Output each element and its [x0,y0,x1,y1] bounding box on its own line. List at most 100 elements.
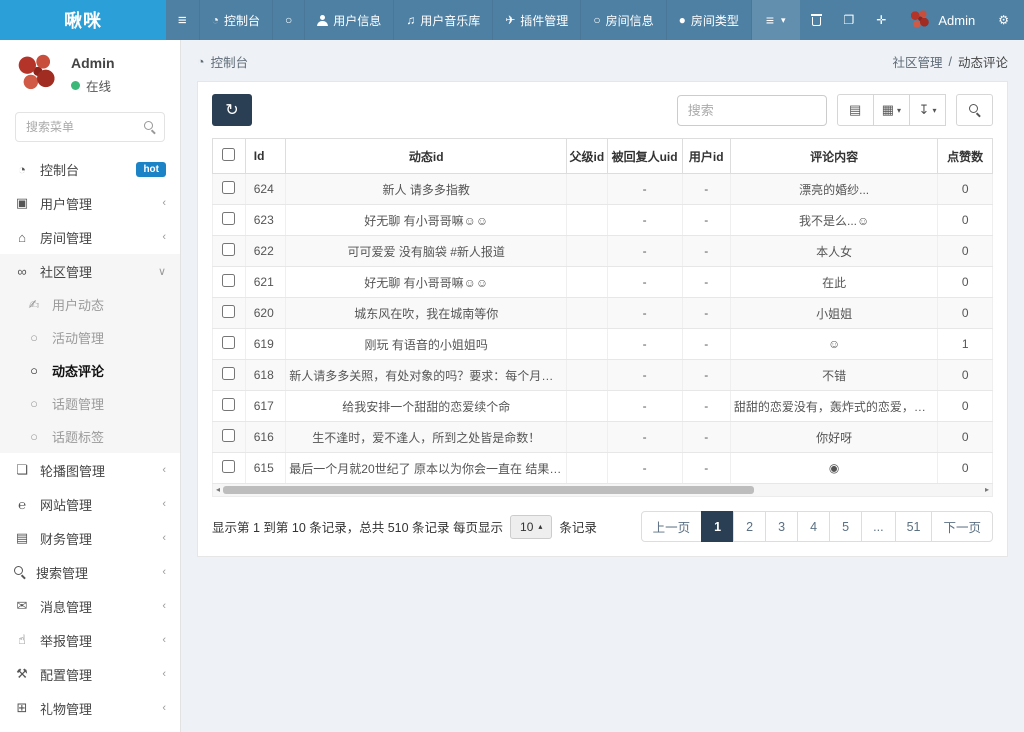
menu-search-input[interactable] [15,112,165,142]
row-checkbox[interactable] [222,181,235,194]
cell-likes: 1 [938,329,993,360]
scrollbar-track[interactable] [223,484,982,496]
row-checkbox[interactable] [222,243,235,256]
select-all-checkbox[interactable] [222,148,235,161]
page-button-3[interactable]: 3 [765,511,798,542]
scrollbar-thumb[interactable] [223,486,754,494]
export-button[interactable]: ↧▾ [909,94,946,126]
settings-button[interactable]: ⚙ [987,0,1024,40]
nav-item-room-info[interactable]: ○房间信息 [581,0,666,40]
row-checkbox[interactable] [222,336,235,349]
row-checkbox[interactable] [222,212,235,225]
table-row: 615最后一个月就20世纪了 原本以为你会一直在 结果你不在了❤--◉0 [213,453,993,484]
sidebar-item-label: 礼物管理 [40,699,92,718]
row-select-cell [213,453,246,484]
cell-reply_uid: - [607,174,682,205]
sidebar-item-goods-manage[interactable]: ○物品管理 [0,725,180,732]
cell-post: 生不逢时，爱不逢人，所到之处皆是命数！ [286,422,567,453]
tasks-dropdown-button[interactable]: ≡ ▾ [752,0,800,40]
trash-button[interactable] [800,0,833,40]
table-panel: ↻ ▤▦▾↧▾ Id动态id父级id被回复人uid用户id评论内容点赞数 624… [197,81,1008,557]
row-checkbox[interactable] [222,398,235,411]
breadcrumb-home[interactable]: 控制台 [211,52,249,71]
nav-item-console[interactable]: ◔控制台 [200,0,273,40]
search-icon [14,566,26,578]
copy-button[interactable]: ❐ [833,0,866,40]
sidebar-subitem-label: 用户动态 [52,295,104,314]
sidebar-item-report-manage[interactable]: ☝举报管理‹ [0,623,180,657]
page-size-dropdown[interactable]: 10 ▴ [510,515,552,539]
page-button-1[interactable]: 1 [701,511,734,542]
cell-post: 城东风在吹，我在城南等你 [286,298,567,329]
row-checkbox[interactable] [222,429,235,442]
sidebar-item-banner-manage[interactable]: ❏轮播图管理‹ [0,453,180,487]
cell-reply_uid: - [607,360,682,391]
cell-id: 616 [245,422,286,453]
sidebar-item-console[interactable]: ◔控制台hot [0,152,180,186]
refresh-button[interactable]: ↻ [212,94,252,126]
user-avatar [15,52,59,96]
table-search-input[interactable] [677,95,827,126]
page-button-4[interactable]: 4 [797,511,830,542]
page-button-5[interactable]: 5 [829,511,862,542]
ie-icon: ℮ [14,497,30,512]
cell-parent [567,236,608,267]
app-logo[interactable]: 啾咪 [0,0,166,40]
scroll-left-icon[interactable]: ◂ [213,486,223,494]
nav-item-user-info[interactable]: 用户信息 [305,0,394,40]
horizontal-scrollbar[interactable]: ◂ ▸ [212,484,993,497]
row-select-cell [213,174,246,205]
nav-item-circle[interactable]: ○ [273,0,305,40]
sidebar-item-site-manage[interactable]: ℮网站管理‹ [0,487,180,521]
sidebar-item-search-manage[interactable]: 搜索管理‹ [0,555,180,589]
online-dot-icon [71,81,80,90]
row-checkbox[interactable] [222,367,235,380]
prev-page-button[interactable]: 上一页 [641,511,703,542]
sidebar-item-room-manage[interactable]: ⌂房间管理‹ [0,220,180,254]
ellipsis-button[interactable]: ... [861,511,895,542]
sidebar-item-user-manage[interactable]: ▣用户管理‹ [0,186,180,220]
sidebar-item-label: 举报管理 [40,631,92,650]
cell-comment: 漂亮的婚纱... [730,174,937,205]
nav-item-room-type[interactable]: ●房间类型 [667,0,752,40]
nav-item-plugin-manage[interactable]: ✈插件管理 [493,0,581,40]
row-checkbox[interactable] [222,305,235,318]
scroll-right-icon[interactable]: ▸ [982,486,992,494]
sidebar-item-finance-manage[interactable]: ▤财务管理‹ [0,521,180,555]
cell-comment: ☺ [730,329,937,360]
cell-reply_uid: - [607,267,682,298]
expand-button[interactable]: ✛ [865,0,897,40]
sidebar-subitem-topic-manage[interactable]: ○话题管理 [0,387,180,420]
cell-likes: 0 [938,422,993,453]
cell-user_id: - [682,391,730,422]
column-header: 被回复人uid [607,139,682,174]
nav-item-user-music[interactable]: ♫用户音乐库 [394,0,493,40]
chevron-icon: ‹ [162,566,166,578]
sidebar-item-message-manage[interactable]: ✉消息管理‹ [0,589,180,623]
row-checkbox[interactable] [222,460,235,473]
cell-id: 619 [245,329,286,360]
sidebar-item-label: 轮播图管理 [40,461,105,480]
admin-menu[interactable]: Admin [897,0,987,40]
hamburger-icon: ≡ [178,12,187,29]
sidebar-subitem-user-feed[interactable]: ✍用户动态 [0,288,180,321]
page-button-51[interactable]: 51 [895,511,933,542]
sidebar-item-community-manage[interactable]: ∞社区管理∨ [0,254,180,288]
next-page-button[interactable]: 下一页 [931,511,993,542]
sidebar-subitem-feed-comments[interactable]: ○动态评论 [0,354,180,387]
sidebar-item-config-manage[interactable]: ⚒配置管理‹ [0,657,180,691]
cell-id: 624 [245,174,286,205]
table-search-button[interactable] [956,94,993,126]
row-checkbox[interactable] [222,274,235,287]
sidebar-toggle-button[interactable]: ≡ [166,0,200,40]
page-button-2[interactable]: 2 [733,511,766,542]
row-select-cell [213,391,246,422]
sidebar-subitem-activity-manage[interactable]: ○活动管理 [0,321,180,354]
detail-view-button[interactable]: ▤ [837,94,874,126]
sidebar-item-gift-manage[interactable]: ⊞礼物管理‹ [0,691,180,725]
search-icon [144,121,156,133]
columns-button[interactable]: ▦▾ [873,94,910,126]
sidebar-subitem-topic-tags[interactable]: ○话题标签 [0,420,180,453]
sidebar-item-label: 社区管理 [40,262,92,281]
pagination-bar: 显示第 1 到第 10 条记录，总共 510 条记录 每页显示 10 ▴ 条记录… [212,511,993,542]
